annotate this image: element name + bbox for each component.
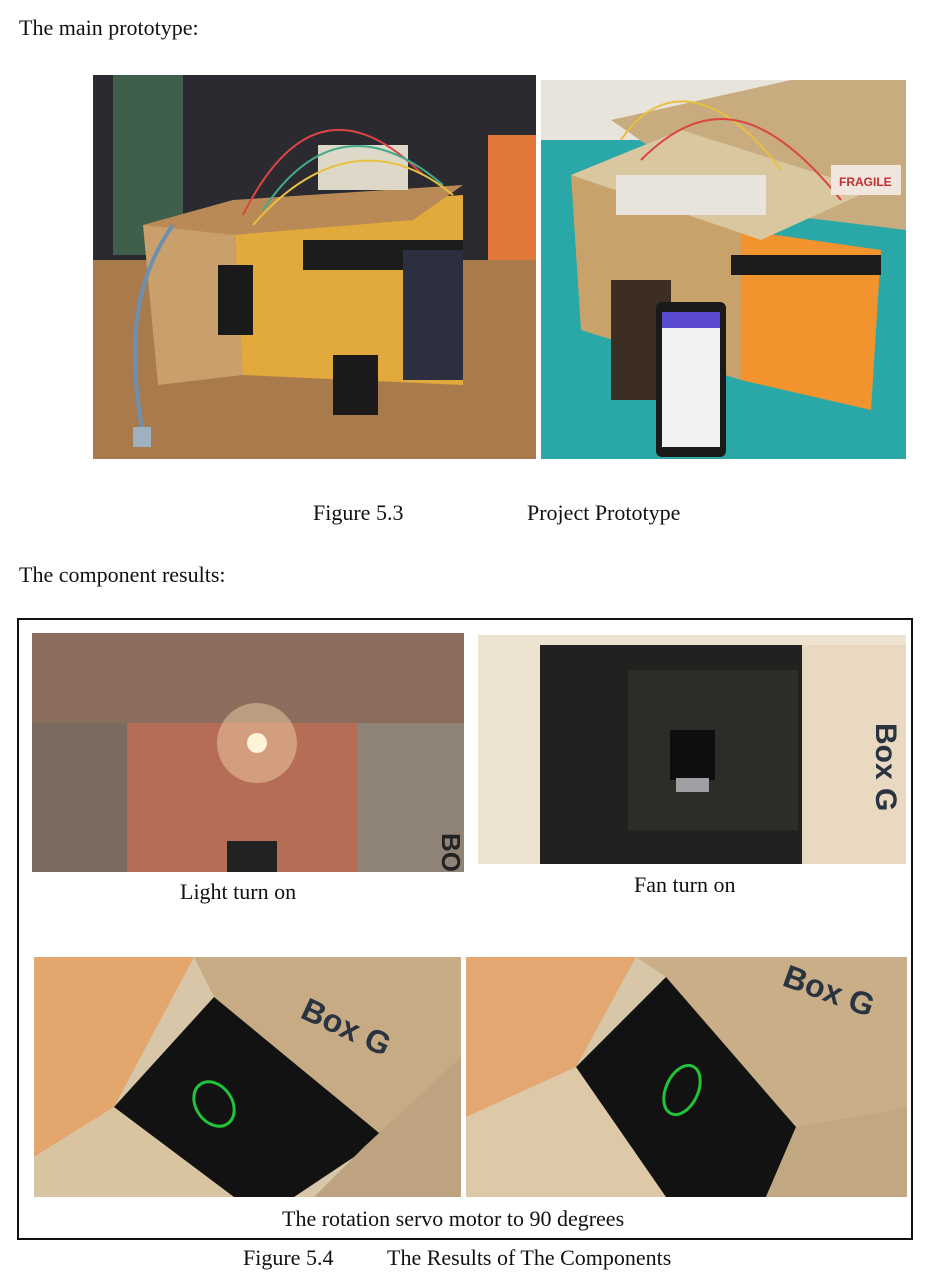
figure-5-3-caption: Project Prototype: [527, 500, 681, 525]
prototype-photo-right: FRAGILE: [541, 80, 906, 459]
light-photo: BO: [32, 633, 464, 872]
fan-photo: Box G: [478, 635, 906, 864]
servo-photo-right: Box G: [466, 957, 907, 1197]
section-intro-components: The component results:: [19, 562, 226, 587]
light-caption: Light turn on: [180, 879, 297, 904]
fan-caption: Fan turn on: [634, 872, 736, 897]
section-intro-prototype: The main prototype:: [19, 15, 199, 40]
figure-5-4-caption: The Results of The Components: [387, 1245, 672, 1270]
servo-caption: The rotation servo motor to 90 degrees: [282, 1206, 625, 1231]
box-g-label-fan: Box G: [869, 723, 902, 811]
servo-photo-left: Box G: [34, 957, 461, 1197]
figure-5-3-number: Figure 5.3: [313, 500, 404, 525]
prototype-photo-left: [93, 75, 536, 459]
figure-5-4-number: Figure 5.4: [243, 1245, 334, 1270]
fragile-label: FRAGILE: [839, 175, 892, 189]
box-partial-label: BO: [436, 833, 464, 872]
